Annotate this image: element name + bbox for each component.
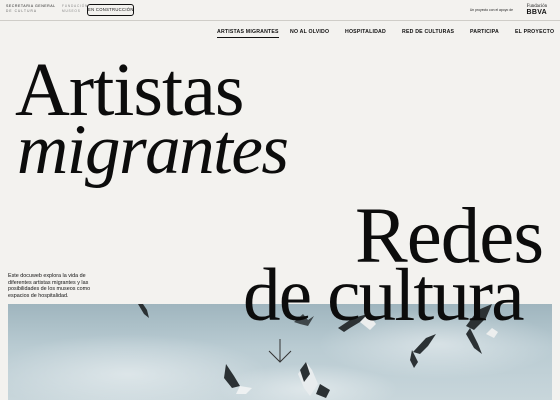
nav-item-hospitalidad[interactable]: HOSPITALIDAD bbox=[345, 29, 386, 35]
nav-item-el-proyecto[interactable]: EL PROYECTO bbox=[515, 29, 554, 35]
arrow-down-icon[interactable] bbox=[268, 338, 292, 364]
title-migrantes[interactable]: migrantes bbox=[17, 110, 289, 190]
nav-item-red-de-culturas[interactable]: RED DE CULTURAS bbox=[402, 29, 454, 35]
sponsor-block[interactable]: Un proyecto con el apoyo de Fundación BB… bbox=[443, 3, 553, 17]
title-de-cultura[interactable]: de cultura bbox=[243, 256, 525, 336]
museums-logo[interactable]: FUNDACIÓN MUSEOS bbox=[62, 4, 87, 16]
sponsor-brand-line-2: BBVA bbox=[526, 9, 547, 16]
ministry-logo[interactable]: SECRETARIA GENERAL DE CULTURA bbox=[6, 4, 55, 16]
construction-button[interactable]: EN CONSTRUCCIÓN bbox=[87, 4, 134, 16]
logo2-line-2: MUSEOS bbox=[62, 9, 81, 13]
intro-text: Este docuweb explora la vida de diferent… bbox=[8, 273, 91, 299]
nav-item-artistas-migrantes[interactable]: ARTISTAS MIGRANTES bbox=[217, 29, 279, 38]
top-bar: SECRETARIA GENERAL DE CULTURA FUNDACIÓN … bbox=[0, 0, 560, 20]
logo-line-2: DE CULTURA bbox=[6, 9, 38, 13]
nav-item-no-al-olvido[interactable]: NO AL OLVIDO bbox=[290, 29, 329, 35]
sponsor-label: Un proyecto con el apoyo de bbox=[469, 8, 513, 12]
header-divider bbox=[0, 20, 560, 21]
nav-item-participa[interactable]: PARTICIPA bbox=[470, 29, 499, 35]
main-nav: ARTISTAS MIGRANTES NO AL OLVIDO HOSPITAL… bbox=[0, 26, 560, 40]
